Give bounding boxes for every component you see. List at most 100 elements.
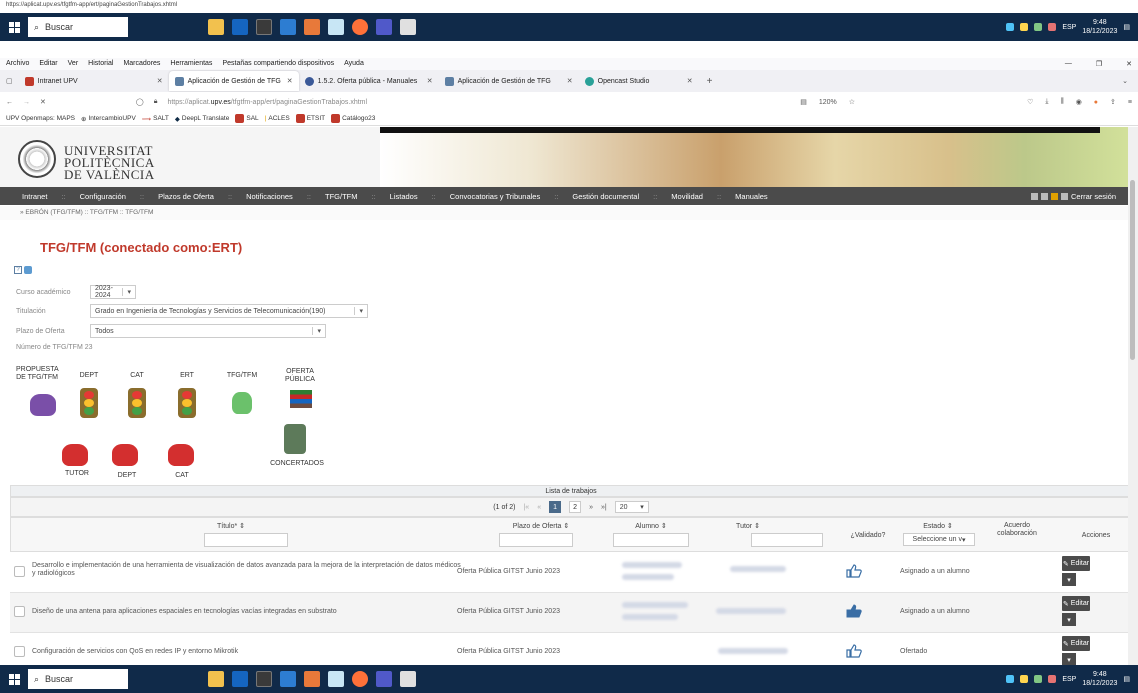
restore-icon[interactable]: ❐: [1096, 60, 1102, 68]
table-row[interactable]: Diseño de una antena para aplicaciones e…: [10, 593, 1132, 633]
col-tutor[interactable]: Tutor ⇕: [713, 522, 783, 530]
menu-ver[interactable]: Ver: [68, 60, 79, 68]
nav-listados[interactable]: Listados: [390, 192, 418, 201]
plazo-select[interactable]: Todos ▾: [90, 324, 326, 338]
rows-per-page-select[interactable]: 20 ▾: [614, 501, 649, 513]
first-page-button[interactable]: |«: [523, 504, 529, 511]
page-2-button[interactable]: 2: [569, 501, 582, 513]
app-icon[interactable]: [328, 671, 344, 687]
row-checkbox[interactable]: [14, 646, 25, 657]
col-estado[interactable]: Estado ⇕: [903, 522, 973, 530]
tab-oferta-publica[interactable]: 1.5.2. Oferta pública - Manuales ✕: [299, 71, 439, 91]
books-icon[interactable]: [290, 390, 312, 408]
menu-marcadores[interactable]: Marcadores: [123, 60, 160, 68]
taskbar-search[interactable]: ⌕ Buscar: [28, 17, 128, 37]
row-checkbox[interactable]: [14, 566, 25, 577]
menu-pestanas[interactable]: Pestañas compartiendo dispositivos: [222, 60, 334, 68]
edge-icon[interactable]: [232, 671, 248, 687]
titulo-filter-input[interactable]: [204, 533, 288, 547]
bookmark-sal[interactable]: SAL: [235, 114, 259, 123]
edge-icon[interactable]: [232, 19, 248, 35]
menu-historial[interactable]: Historial: [88, 60, 113, 68]
edit-button[interactable]: ✎ Editar: [1062, 596, 1090, 611]
bookmark-intercambio[interactable]: ⊕ IntercambioUPV: [81, 115, 136, 123]
task-view-icon[interactable]: [256, 671, 272, 687]
app-icon[interactable]: [304, 671, 320, 687]
tab-list-icon[interactable]: ▢: [0, 77, 19, 85]
nav-configuracion[interactable]: Configuración: [80, 192, 126, 201]
close-icon[interactable]: ✕: [1126, 60, 1132, 68]
bookmark-maps[interactable]: UPV Openmaps: MAPS: [6, 115, 75, 122]
menu-editar[interactable]: Editar: [39, 60, 57, 68]
back-icon[interactable]: ←: [6, 99, 13, 106]
nav-manuales[interactable]: Manuales: [735, 192, 768, 201]
menu-herramientas[interactable]: Herramientas: [170, 60, 212, 68]
library-icon[interactable]: ⫼: [1060, 98, 1063, 106]
concertados-person-icon[interactable]: [284, 424, 306, 454]
extension-icon[interactable]: ●: [1094, 99, 1098, 106]
notification-icon[interactable]: ▤: [1123, 23, 1130, 31]
tab-gestion-tfg[interactable]: Aplicación de Gestión de TFG ✕: [168, 71, 299, 91]
nav-plazos[interactable]: Plazos de Oferta: [158, 192, 214, 201]
col-plazo[interactable]: Plazo de Oferta ⇕: [491, 522, 591, 530]
close-tab-icon[interactable]: ✕: [427, 77, 433, 85]
bookmark-acles[interactable]: | ACLES: [265, 115, 290, 122]
account-icon[interactable]: ◉: [1076, 98, 1082, 106]
star-icon[interactable]: ☆: [849, 98, 855, 106]
tutor-monster-icon[interactable]: [62, 444, 88, 466]
url-field[interactable]: https://aplicat.upv.es/tfgtfm-app/ert/pa…: [167, 99, 367, 106]
upv-seal-logo[interactable]: [18, 140, 56, 178]
firefox-icon[interactable]: [352, 671, 368, 687]
new-tab-icon[interactable]: +: [699, 76, 721, 87]
estado-filter-select[interactable]: Seleccione un v ▾: [903, 533, 975, 546]
col-alumno[interactable]: Alumno ⇕: [611, 522, 691, 530]
taskbar-search[interactable]: ⌕ Buscar: [28, 669, 128, 689]
actions-dropdown-button[interactable]: ▾: [1062, 573, 1076, 586]
edit-button[interactable]: ✎ Editar: [1062, 556, 1090, 571]
tab-intranet[interactable]: Intranet UPV ✕: [19, 71, 169, 91]
windows-start-icon[interactable]: [0, 13, 28, 41]
notification-icon[interactable]: ▤: [1123, 675, 1130, 683]
pocket-icon[interactable]: ♡: [1027, 98, 1033, 106]
chevron-down-icon[interactable]: ⌄: [1122, 77, 1138, 85]
app-icon[interactable]: [400, 671, 416, 687]
tutor-filter-input[interactable]: [751, 533, 823, 547]
teams-icon[interactable]: [376, 671, 392, 687]
app-icon[interactable]: [400, 19, 416, 35]
traffic-light-icon[interactable]: [80, 388, 98, 418]
app-icon[interactable]: [328, 19, 344, 35]
close-tab-icon[interactable]: ✕: [157, 77, 163, 85]
next-page-button[interactable]: »: [589, 504, 593, 511]
explorer-icon[interactable]: [208, 671, 224, 687]
store-icon[interactable]: [280, 671, 296, 687]
download-icon[interactable]: ⤓: [1045, 98, 1048, 106]
shield-icon[interactable]: ◯: [136, 98, 144, 106]
tab-opencast[interactable]: Opencast Studio ✕: [579, 71, 699, 91]
task-view-icon[interactable]: [256, 19, 272, 35]
bookmark-etsit[interactable]: ETSIT: [295, 114, 325, 123]
menu-archivo[interactable]: Archivo: [6, 60, 29, 68]
share-icon[interactable]: ⇪: [1110, 98, 1116, 106]
tab-gestion-tfg-2[interactable]: Aplicación de Gestión de TFG ✕: [439, 71, 579, 91]
clock[interactable]: 9:48 18/12/2023: [1082, 18, 1117, 36]
actions-dropdown-button[interactable]: ▾: [1062, 613, 1076, 626]
menu-ayuda[interactable]: Ayuda: [344, 60, 364, 68]
lock-icon[interactable]: 🔒︎: [154, 98, 158, 106]
minimize-icon[interactable]: —: [1065, 60, 1072, 68]
upv-logo-text[interactable]: UNIVERSITAT POLITÈCNICA DE VALÈNCIA: [64, 144, 155, 181]
traffic-light-icon[interactable]: [178, 388, 196, 418]
dept-monster-icon[interactable]: [112, 444, 138, 466]
bookmark-deepl[interactable]: ◆ DeepL Translate: [175, 115, 229, 123]
edit-button[interactable]: ✎ Editar: [1062, 636, 1090, 651]
table-row[interactable]: Desarrollo e implementación de una herra…: [10, 553, 1132, 593]
thumbs-up-icon[interactable]: [846, 644, 862, 658]
nav-tfgtfm[interactable]: TFG/TFM: [325, 192, 358, 201]
reader-icon[interactable]: ▤: [800, 98, 807, 106]
bookmark-salt[interactable]: ⟿ SALT: [142, 115, 169, 123]
bookmark-catalogo[interactable]: Catálogo23: [331, 114, 375, 123]
tfgtfm-monster-icon[interactable]: [232, 392, 252, 414]
app-icon[interactable]: [304, 19, 320, 35]
nav-notificaciones[interactable]: Notificaciones: [246, 192, 293, 201]
firefox-icon[interactable]: [352, 19, 368, 35]
help-icon[interactable]: ?: [14, 266, 22, 274]
